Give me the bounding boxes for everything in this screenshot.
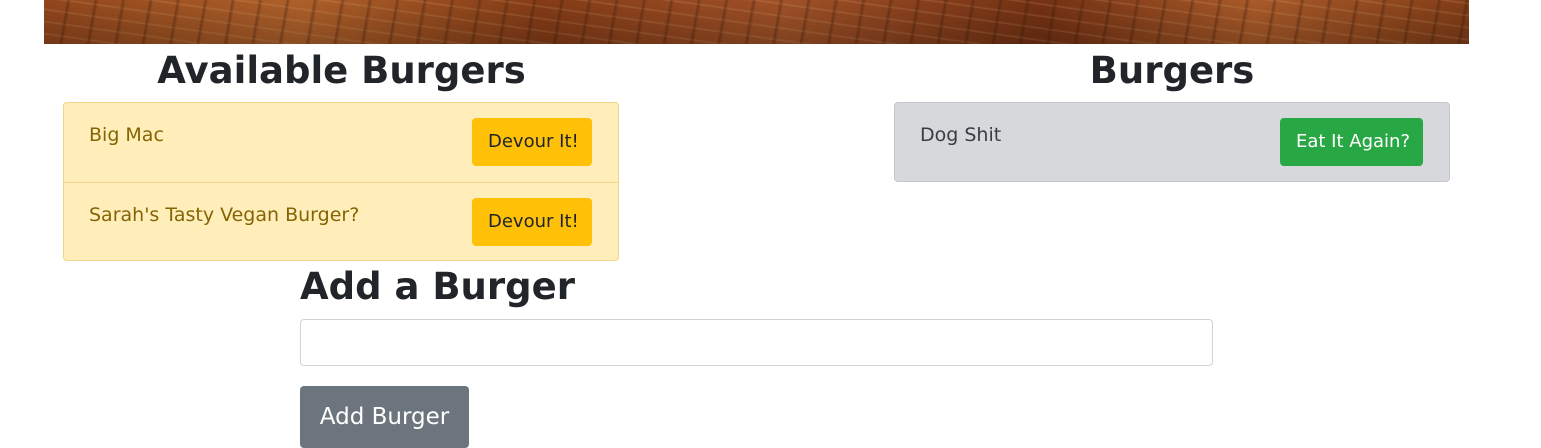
add-burger-title: Add a Burger — [300, 265, 575, 308]
available-burgers-title: Available Burgers — [157, 49, 526, 92]
list-item: Big Mac Devour It! — [64, 103, 618, 182]
burger-name-input[interactable] — [300, 319, 1213, 366]
devour-button[interactable]: Devour It! — [472, 118, 592, 166]
burger-name: Big Mac — [89, 124, 164, 146]
devoured-burgers-title: Burgers — [1089, 49, 1255, 92]
burger-name: Dog Shit — [920, 124, 1002, 146]
burger-name: Sarah's Tasty Vegan Burger? — [89, 204, 360, 226]
devoured-burgers-list: Dog Shit Eat It Again? — [894, 102, 1450, 182]
list-item: Dog Shit Eat It Again? — [895, 103, 1449, 181]
add-burger-button[interactable]: Add Burger — [300, 386, 469, 448]
list-item: Sarah's Tasty Vegan Burger? Devour It! — [64, 182, 618, 260]
available-burgers-list: Big Mac Devour It! Sarah's Tasty Vegan B… — [63, 102, 619, 261]
header-banner-shade — [44, 0, 1469, 44]
devour-button[interactable]: Devour It! — [472, 198, 592, 246]
eat-again-button[interactable]: Eat It Again? — [1280, 118, 1423, 166]
